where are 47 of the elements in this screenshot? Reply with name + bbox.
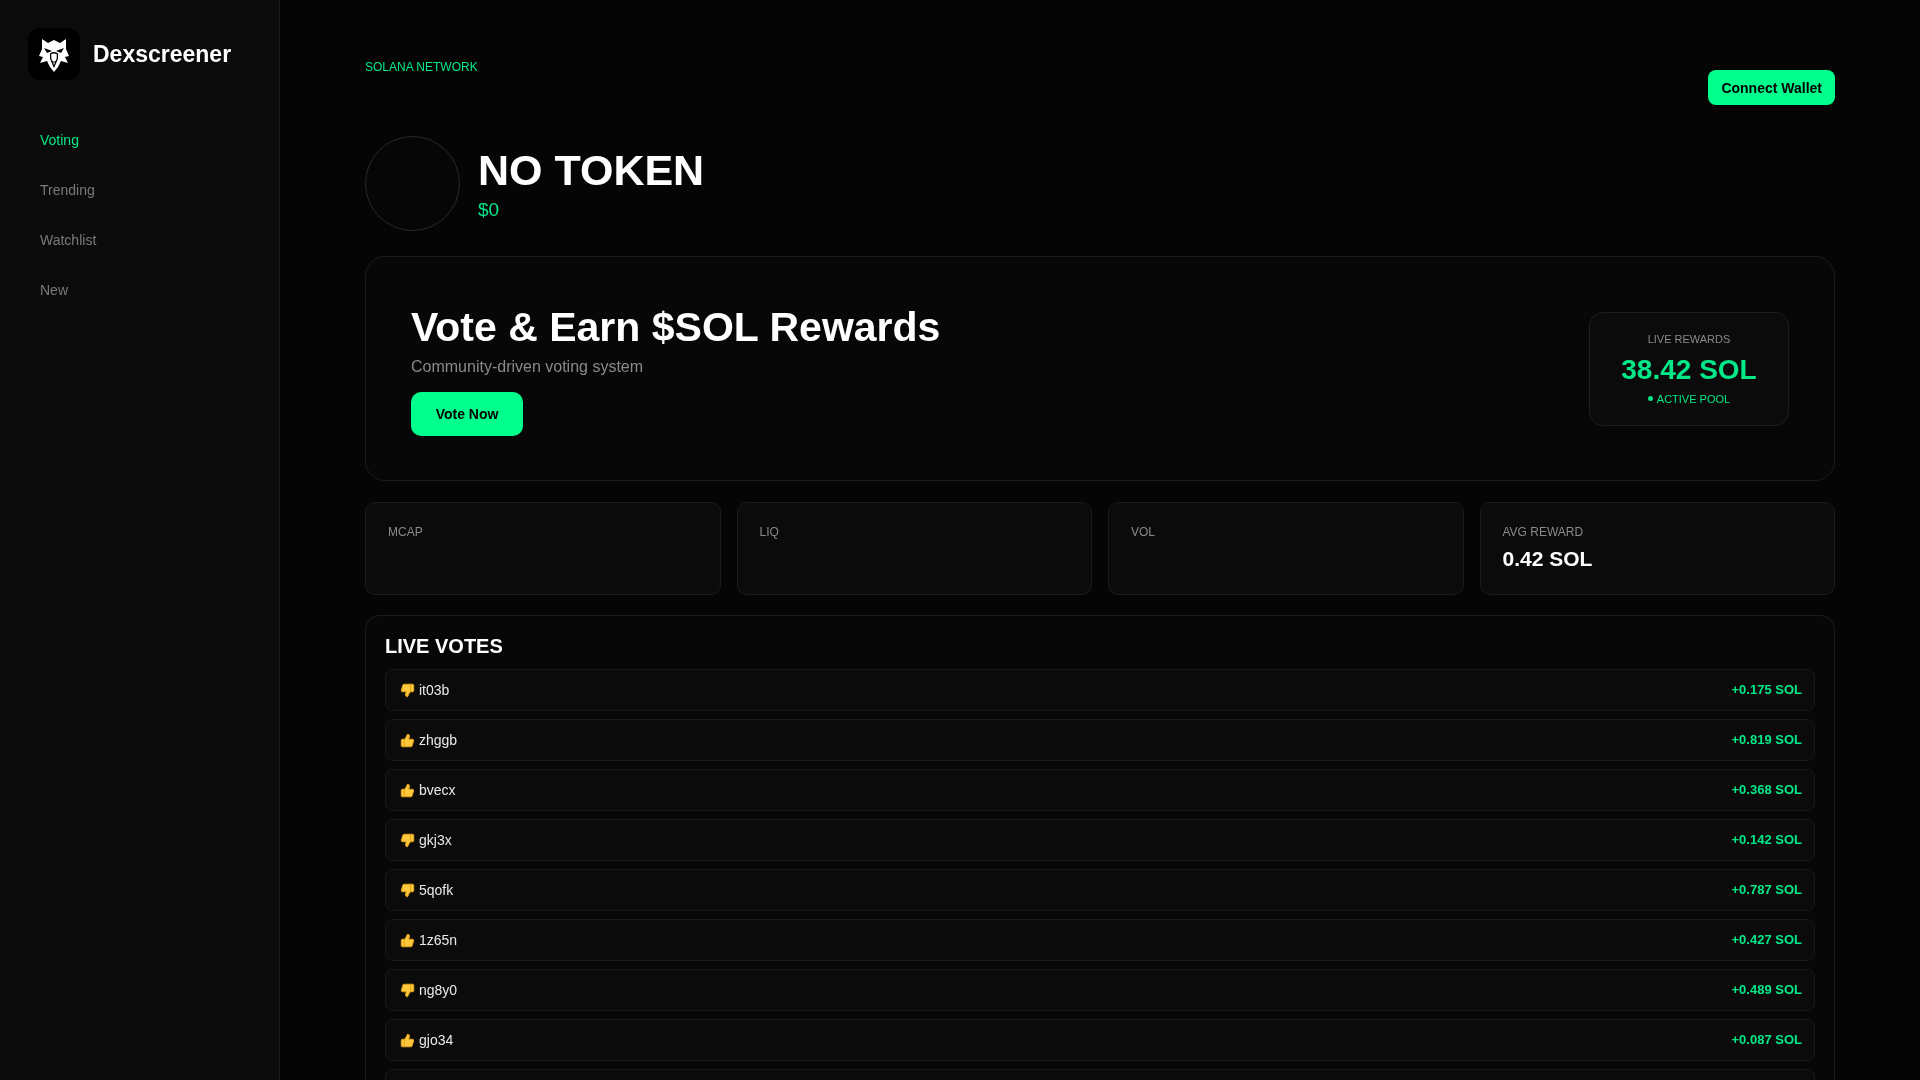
vote-user: gkj3x: [419, 831, 452, 849]
eagle-logo: [28, 28, 80, 80]
stat-label: VOL: [1131, 525, 1155, 539]
vote-user: bvecx: [419, 781, 456, 799]
vote-user: ng8y0: [419, 981, 458, 999]
hero-title: Vote & Earn $SOL Rewards: [411, 303, 941, 352]
nav-link[interactable]: New: [28, 265, 80, 315]
thumbs-up-icon: [400, 932, 415, 948]
thumbs-down-icon: [400, 832, 415, 848]
vote-amount: +0.819 SOL: [1731, 732, 1802, 748]
connect-wallet-button[interactable]: Connect Wallet: [1708, 70, 1835, 105]
vote-amount: +0.787 SOL: [1731, 882, 1802, 898]
vote-amount: +0.142 SOL: [1731, 832, 1802, 848]
live-votes-title: LIVE VOTES: [385, 634, 504, 658]
vote-amount: +0.368 SOL: [1731, 782, 1802, 798]
vote-user: zhggb: [419, 731, 458, 749]
stat-label: LIQ: [759, 525, 779, 539]
pool-status: ACTIVE POOL: [1656, 391, 1731, 406]
network-label: SOLANA NETWORK: [365, 60, 478, 74]
thumbs-up-icon: [400, 1032, 415, 1048]
token-price: $0: [478, 199, 501, 221]
vote-user: 1z65n: [419, 931, 458, 949]
vote-user: gjo34: [419, 1031, 454, 1049]
token-name: NO TOKEN: [478, 146, 705, 194]
thumbs-down-icon: [400, 982, 415, 998]
thumbs-up-icon: [400, 732, 415, 748]
nav-link[interactable]: Voting: [28, 115, 91, 165]
status-dot-icon: [1647, 396, 1653, 401]
vote-now-button[interactable]: Vote Now: [411, 392, 523, 436]
stat-value: 0.42 SOL: [1502, 547, 1593, 571]
hero-subtitle: Community-driven voting system: [411, 357, 644, 377]
nav-link[interactable]: Trending: [28, 165, 107, 215]
thumbs-up-icon: [400, 782, 415, 798]
nav-link[interactable]: Watchlist: [28, 215, 109, 265]
brand-name: Dexscreener: [93, 40, 232, 68]
vote-user: 5qofk: [419, 881, 454, 899]
stat-label: AVG REWARD: [1502, 525, 1584, 539]
vote-amount: +0.427 SOL: [1731, 932, 1802, 948]
vote-amount: +0.489 SOL: [1731, 982, 1802, 998]
vote-amount: +0.175 SOL: [1731, 682, 1802, 698]
thumbs-down-icon: [400, 882, 415, 898]
rewards-value: 38.42 SOL: [1621, 353, 1757, 386]
vote-user: it03b: [419, 681, 450, 699]
vote-amount: +0.087 SOL: [1731, 1032, 1802, 1048]
thumbs-down-icon: [400, 682, 415, 698]
stat-label: MCAP: [388, 525, 423, 539]
rewards-label: LIVE REWARDS: [1647, 331, 1731, 346]
